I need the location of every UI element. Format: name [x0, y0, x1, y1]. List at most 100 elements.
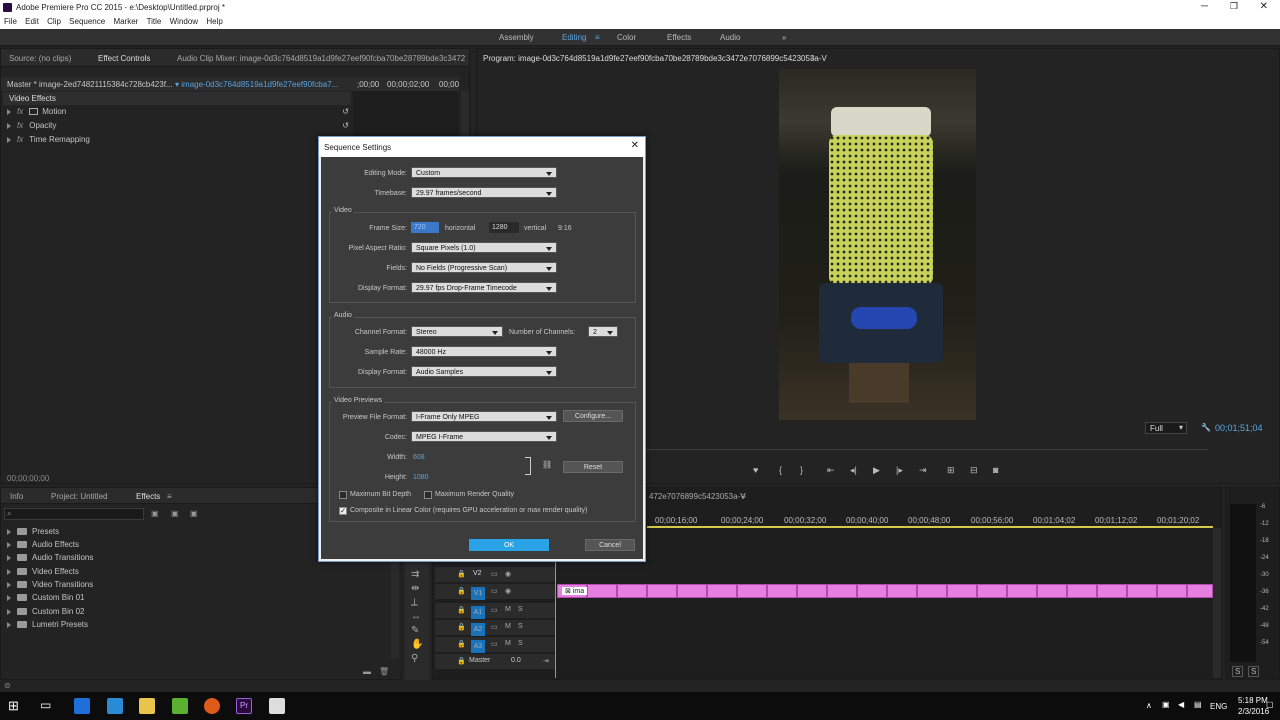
- sync-lock-icon[interactable]: ▭: [491, 623, 498, 631]
- effects-folder-lumetri-presets[interactable]: Lumetri Presets: [7, 618, 88, 632]
- preview-width-value[interactable]: 608: [413, 454, 425, 461]
- expand-icon[interactable]: [7, 568, 11, 575]
- editing-mode-select[interactable]: Custom: [411, 167, 557, 178]
- expand-icon[interactable]: [7, 581, 11, 588]
- new-bin-icon[interactable]: ▬: [363, 667, 371, 676]
- tab-info[interactable]: Info: [10, 492, 23, 501]
- timeline-scrollbar[interactable]: [1213, 528, 1221, 678]
- tab-audio-clip-mixer[interactable]: Audio Clip Mixer: image-0d3c764d8519a1d9…: [177, 54, 475, 63]
- ec-effect-opacity[interactable]: fx Opacity ↺: [7, 119, 352, 133]
- maximize-icon[interactable]: ❐: [1230, 1, 1238, 12]
- timeline-tab[interactable]: 472e7076899c5423053a-V: [649, 492, 746, 501]
- codec-select[interactable]: MPEG I-Frame: [411, 431, 557, 442]
- audio-display-format-select[interactable]: Audio Samples: [411, 366, 557, 377]
- tray-chevron-icon[interactable]: ∧: [1146, 701, 1152, 710]
- play-icon[interactable]: ▶: [873, 465, 880, 476]
- keyboard-icon[interactable]: ▤: [1194, 700, 1202, 709]
- tab-program[interactable]: Program: image-0d3c764d8519a1d9fe27eef90…: [483, 54, 827, 63]
- language-indicator[interactable]: ENG: [1210, 702, 1227, 711]
- menu-help[interactable]: Help: [206, 15, 222, 29]
- workspace-audio[interactable]: Audio: [720, 33, 740, 42]
- minimize-icon[interactable]: ─: [1201, 1, 1208, 12]
- mark-out-icon[interactable]: }: [800, 465, 803, 475]
- configure-button[interactable]: Configure...: [563, 410, 623, 422]
- expand-icon[interactable]: [7, 554, 11, 561]
- track-master[interactable]: 🔒 Master 0.0 ⇥: [435, 654, 555, 670]
- notes-app-icon[interactable]: [269, 698, 285, 714]
- step-back-icon[interactable]: ◂|: [850, 465, 857, 476]
- program-timecode[interactable]: 00;01;51;04: [1215, 423, 1263, 433]
- menu-window[interactable]: Window: [170, 15, 198, 29]
- cancel-button[interactable]: Cancel: [585, 539, 635, 551]
- pen-tool-icon[interactable]: ✎: [411, 625, 419, 636]
- sync-lock-icon[interactable]: ▭: [491, 606, 498, 614]
- go-to-in-icon[interactable]: ⇤: [827, 465, 835, 476]
- max-bit-depth-checkbox[interactable]: [339, 491, 347, 499]
- track-select-tool-icon[interactable]: ⇉: [411, 569, 419, 580]
- ec-effect-time-remapping[interactable]: fx Time Remapping: [7, 133, 352, 147]
- channel-format-select[interactable]: Stereo: [411, 326, 503, 337]
- lock-icon[interactable]: 🔒: [457, 640, 466, 648]
- eye-icon[interactable]: ◉: [505, 587, 511, 595]
- menu-file[interactable]: File: [4, 15, 17, 29]
- effects-folder-audio-transitions[interactable]: Audio Transitions: [7, 551, 93, 565]
- track-a3[interactable]: 🔒 A3 ▭ M S: [435, 637, 555, 653]
- solo-icon[interactable]: S: [518, 640, 523, 647]
- step-forward-icon[interactable]: |▸: [896, 465, 903, 476]
- fields-select[interactable]: No Fields (Progressive Scan): [411, 262, 557, 273]
- menu-marker[interactable]: Marker: [113, 15, 138, 29]
- file-explorer-icon[interactable]: [139, 698, 155, 714]
- go-to-end-icon[interactable]: ⇥: [543, 657, 549, 665]
- clock-date[interactable]: 2/3/2016: [1238, 707, 1269, 716]
- lock-icon[interactable]: 🔒: [457, 606, 466, 614]
- wrench-icon[interactable]: 🔧: [1201, 423, 1211, 432]
- extract-icon[interactable]: ⊟: [970, 465, 978, 476]
- program-ruler[interactable]: [647, 444, 1207, 450]
- ec-effect-motion[interactable]: fx Motion ↺: [7, 105, 352, 119]
- edge-icon[interactable]: [74, 698, 90, 714]
- expand-icon[interactable]: [7, 541, 11, 548]
- eye-icon[interactable]: ◉: [505, 570, 511, 578]
- workspace-color[interactable]: Color: [617, 33, 636, 42]
- slip-tool-icon[interactable]: ↔: [411, 611, 421, 622]
- network-icon[interactable]: ▣: [1162, 700, 1170, 709]
- mute-icon[interactable]: M: [505, 623, 511, 630]
- number-of-channels-select[interactable]: 2: [588, 326, 618, 337]
- track-a1-label[interactable]: A1: [471, 606, 485, 619]
- workspace-editing[interactable]: Editing: [562, 33, 586, 42]
- v1-clip-strip[interactable]: ⊠ ima: [557, 584, 1213, 598]
- motion-transform-icon[interactable]: [29, 108, 39, 116]
- track-v2[interactable]: 🔒 V2 ▭ ◉: [435, 567, 555, 583]
- menu-clip[interactable]: Clip: [47, 15, 61, 29]
- tab-effect-controls[interactable]: Effect Controls: [98, 54, 150, 63]
- expand-icon[interactable]: [7, 122, 11, 129]
- tab-effects[interactable]: Effects: [136, 492, 160, 501]
- expand-icon[interactable]: [7, 136, 11, 143]
- mute-icon[interactable]: M: [505, 640, 511, 647]
- sample-rate-select[interactable]: 48000 Hz: [411, 346, 557, 357]
- reset-icon[interactable]: ↺: [342, 105, 349, 119]
- track-a2[interactable]: 🔒 A2 ▭ M S: [435, 620, 555, 636]
- 32bit-effects-icon[interactable]: ▣: [171, 509, 179, 518]
- lock-icon[interactable]: 🔒: [457, 570, 466, 578]
- sync-lock-icon[interactable]: ▭: [491, 640, 498, 648]
- ripple-edit-tool-icon[interactable]: ⇹: [411, 583, 419, 594]
- zoom-select[interactable]: Full ▾: [1145, 422, 1187, 434]
- master-value[interactable]: 0.0: [511, 657, 521, 664]
- workspace-effects[interactable]: Effects: [667, 33, 691, 42]
- ok-button[interactable]: OK: [469, 539, 549, 551]
- track-a2-label[interactable]: A2: [471, 623, 485, 636]
- timebase-select[interactable]: 29.97 frames/second: [411, 187, 557, 198]
- internet-explorer-icon[interactable]: [107, 698, 123, 714]
- expand-icon[interactable]: [7, 528, 11, 535]
- tab-project[interactable]: Project: Untitled: [51, 492, 107, 501]
- program-menu-icon[interactable]: ≡: [810, 54, 815, 63]
- ec-master-label[interactable]: Master * image-2ed74821115384c728cb423f.…: [7, 80, 173, 89]
- frame-height-input[interactable]: 1280: [489, 222, 519, 233]
- reset-button[interactable]: Reset: [563, 461, 623, 473]
- preview-height-value[interactable]: 1080: [413, 474, 429, 481]
- export-frame-icon[interactable]: ◙: [993, 465, 998, 475]
- firefox-icon[interactable]: [204, 698, 220, 714]
- reset-icon[interactable]: ↺: [342, 119, 349, 133]
- tab-source[interactable]: Source: (no clips): [9, 54, 71, 63]
